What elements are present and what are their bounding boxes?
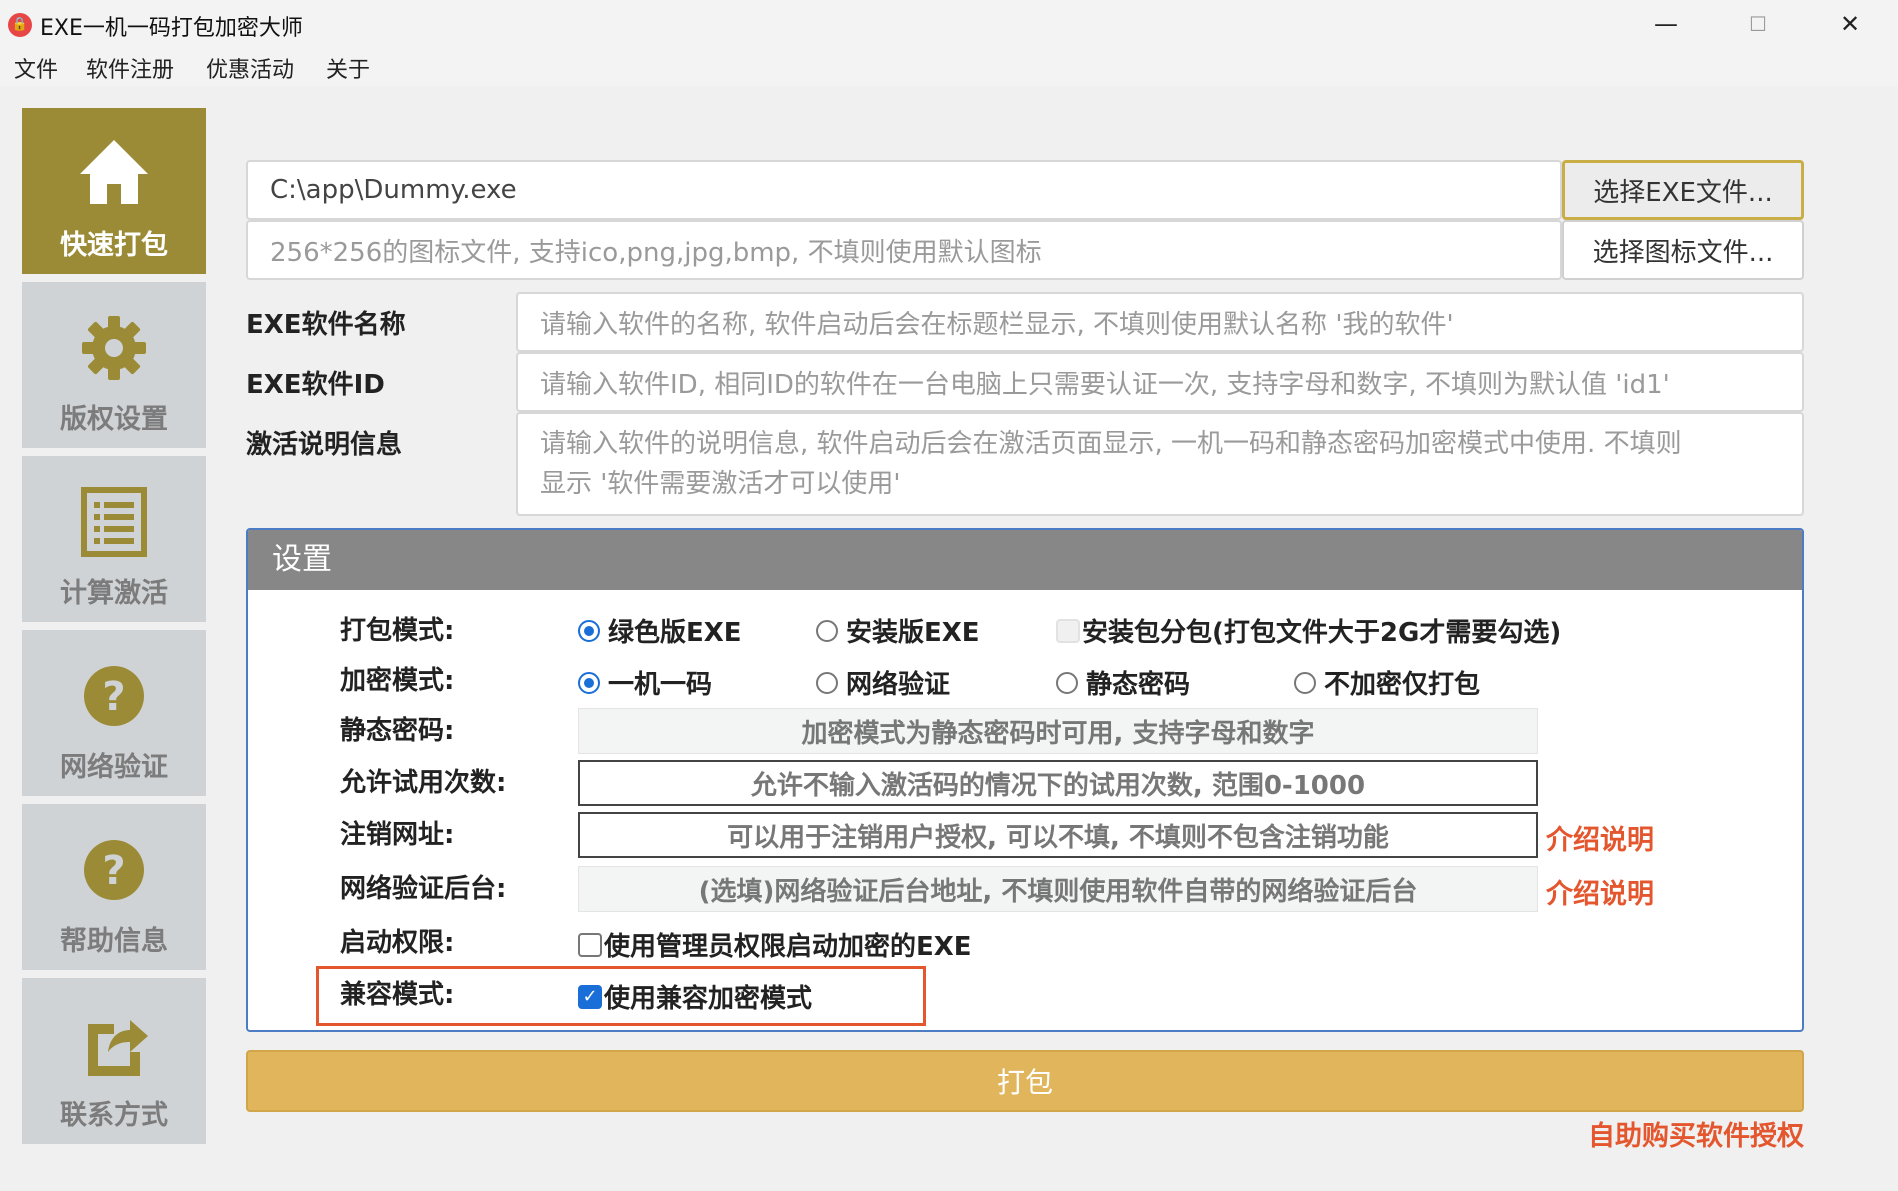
sidebar-item-quick-pack[interactable]: 快速打包 — [22, 108, 206, 278]
option-label: 安装版EXE — [846, 618, 980, 648]
compat-highlight-box — [316, 966, 926, 1026]
trial-count-input[interactable]: 允许不输入激活码的情况下的试用次数, 范围0-1000 — [578, 760, 1538, 806]
option-label: 不加密仅打包 — [1324, 670, 1481, 700]
enc-mode-network[interactable]: 网络验证 — [816, 664, 950, 701]
option-label: 使用管理员权限启动加密的EXE — [604, 932, 972, 962]
minimize-button[interactable]: — — [1620, 0, 1712, 48]
network-backend-label: 网络验证后台: — [340, 874, 507, 904]
sidebar-item-label: 网络验证 — [60, 752, 168, 783]
sidebar-item-label: 版权设置 — [60, 404, 168, 435]
logout-url-label: 注销网址: — [340, 820, 455, 850]
trial-count-label: 允许试用次数: — [340, 768, 507, 798]
logout-intro-link[interactable]: 介绍说明 — [1546, 818, 1654, 857]
menu-about[interactable]: 关于 — [326, 52, 370, 84]
admin-privilege-checkbox[interactable]: 使用管理员权限启动加密的EXE — [578, 926, 972, 963]
enc-mode-machine-code[interactable]: 一机一码 — [578, 664, 712, 701]
radio-selected[interactable] — [578, 619, 600, 642]
question-icon: ? — [84, 840, 144, 900]
enc-mode-none[interactable]: 不加密仅打包 — [1294, 664, 1480, 701]
privilege-label: 启动权限: — [340, 928, 455, 958]
enc-mode-static[interactable]: 静态密码 — [1056, 664, 1190, 701]
logout-url-input[interactable]: 可以用于注销用户授权, 可以不填, 不填则不包含注销功能 — [578, 812, 1538, 858]
pack-button[interactable]: 打包 — [246, 1050, 1804, 1112]
maximize-button[interactable]: ☐ — [1712, 0, 1804, 48]
menu-promo[interactable]: 优惠活动 — [206, 52, 294, 84]
software-name-input[interactable]: 请输入软件的名称, 软件启动后会在标题栏显示, 不填则使用默认名称 '我的软件' — [516, 292, 1804, 352]
exe-path-input[interactable]: C:\app\Dummy.exe — [246, 160, 1562, 220]
question-icon: ? — [84, 666, 144, 726]
pack-mode-install[interactable]: 安装版EXE — [816, 612, 980, 649]
option-label: 一机一码 — [608, 670, 713, 700]
split-package-checkbox[interactable]: 安装包分包(打包文件大于2G才需要勾选) — [1056, 612, 1561, 649]
settings-panel: 设置 打包模式: 绿色版EXE 安装版EXE 安装包分包(打包文件大于2G才需要… — [246, 528, 1804, 1032]
enc-mode-label: 加密模式: — [340, 666, 455, 696]
option-label: 绿色版EXE — [608, 618, 742, 648]
window-title: EXE一机一码打包加密大师 — [40, 16, 303, 41]
share-icon — [88, 1020, 148, 1076]
activation-desc-line: 请输入软件的说明信息, 软件启动后会在激活页面显示, 一机一码和静态密码加密模式… — [540, 429, 1682, 459]
radio-unselected[interactable] — [1056, 671, 1078, 694]
option-label: 网络验证 — [846, 670, 951, 700]
sidebar-item-label: 快速打包 — [60, 230, 168, 261]
sidebar-item-network[interactable]: ? 网络验证 — [22, 630, 206, 800]
radio-selected[interactable] — [578, 671, 600, 694]
sidebar-item-contact[interactable]: 联系方式 — [22, 978, 206, 1148]
static-password-input[interactable]: 加密模式为静态密码时可用, 支持字母和数字 — [578, 708, 1538, 754]
lock-icon: 🔒 — [8, 13, 32, 37]
static-password-label: 静态密码: — [340, 716, 455, 746]
option-label: 静态密码 — [1086, 670, 1191, 700]
close-button[interactable]: ✕ — [1804, 0, 1896, 48]
sidebar-item-help[interactable]: ? 帮助信息 — [22, 804, 206, 974]
home-icon — [80, 140, 148, 204]
svg-text:?: ? — [102, 674, 125, 720]
menu-register[interactable]: 软件注册 — [86, 52, 174, 84]
settings-title: 设置 — [248, 530, 1802, 590]
buy-license-link[interactable]: 自助购买软件授权 — [1588, 1114, 1804, 1153]
radio-unselected[interactable] — [816, 671, 838, 694]
radio-unselected[interactable] — [816, 619, 838, 642]
icon-path-input[interactable]: 256*256的图标文件, 支持ico,png,jpg,bmp, 不填则使用默认… — [246, 220, 1562, 280]
pack-mode-green[interactable]: 绿色版EXE — [578, 612, 742, 649]
checkbox-unchecked[interactable] — [1056, 618, 1080, 643]
software-id-label: EXE软件ID — [246, 370, 385, 400]
sidebar-item-label: 联系方式 — [60, 1100, 168, 1131]
network-backend-input[interactable]: (选填)网络验证后台地址, 不填则使用软件自带的网络验证后台 — [578, 866, 1538, 912]
activation-desc-label: 激活说明信息 — [246, 430, 403, 460]
pack-mode-label: 打包模式: — [340, 616, 455, 646]
activation-desc-textarea[interactable]: 请输入软件的说明信息, 软件启动后会在激活页面显示, 一机一码和静态密码加密模式… — [516, 412, 1804, 516]
list-icon — [81, 487, 147, 557]
title-bar: 🔒 EXE一机一码打包加密大师 — ☐ ✕ — [0, 0, 1898, 48]
sidebar-item-label: 计算激活 — [60, 578, 168, 609]
radio-unselected[interactable] — [1294, 671, 1316, 694]
software-id-input[interactable]: 请输入软件ID, 相同ID的软件在一台电脑上只需要认证一次, 支持字母和数字, … — [516, 352, 1804, 412]
menu-bar: 文件 软件注册 优惠活动 关于 — [0, 48, 1898, 86]
sidebar-item-activate[interactable]: 计算激活 — [22, 456, 206, 626]
backend-intro-link[interactable]: 介绍说明 — [1546, 872, 1654, 911]
software-name-label: EXE软件名称 — [246, 310, 406, 340]
checkbox-unchecked[interactable] — [578, 932, 602, 957]
menu-file[interactable]: 文件 — [14, 52, 58, 84]
svg-text:?: ? — [102, 848, 125, 894]
sidebar-item-label: 帮助信息 — [60, 926, 168, 957]
sidebar-item-copyright[interactable]: 版权设置 — [22, 282, 206, 452]
gear-icon — [82, 316, 146, 380]
select-exe-button[interactable]: 选择EXE文件... — [1562, 160, 1804, 220]
option-label: 安装包分包(打包文件大于2G才需要勾选) — [1082, 618, 1562, 648]
select-icon-button[interactable]: 选择图标文件... — [1562, 220, 1804, 280]
activation-desc-line: 显示 '软件需要激活才可以使用' — [540, 469, 901, 499]
